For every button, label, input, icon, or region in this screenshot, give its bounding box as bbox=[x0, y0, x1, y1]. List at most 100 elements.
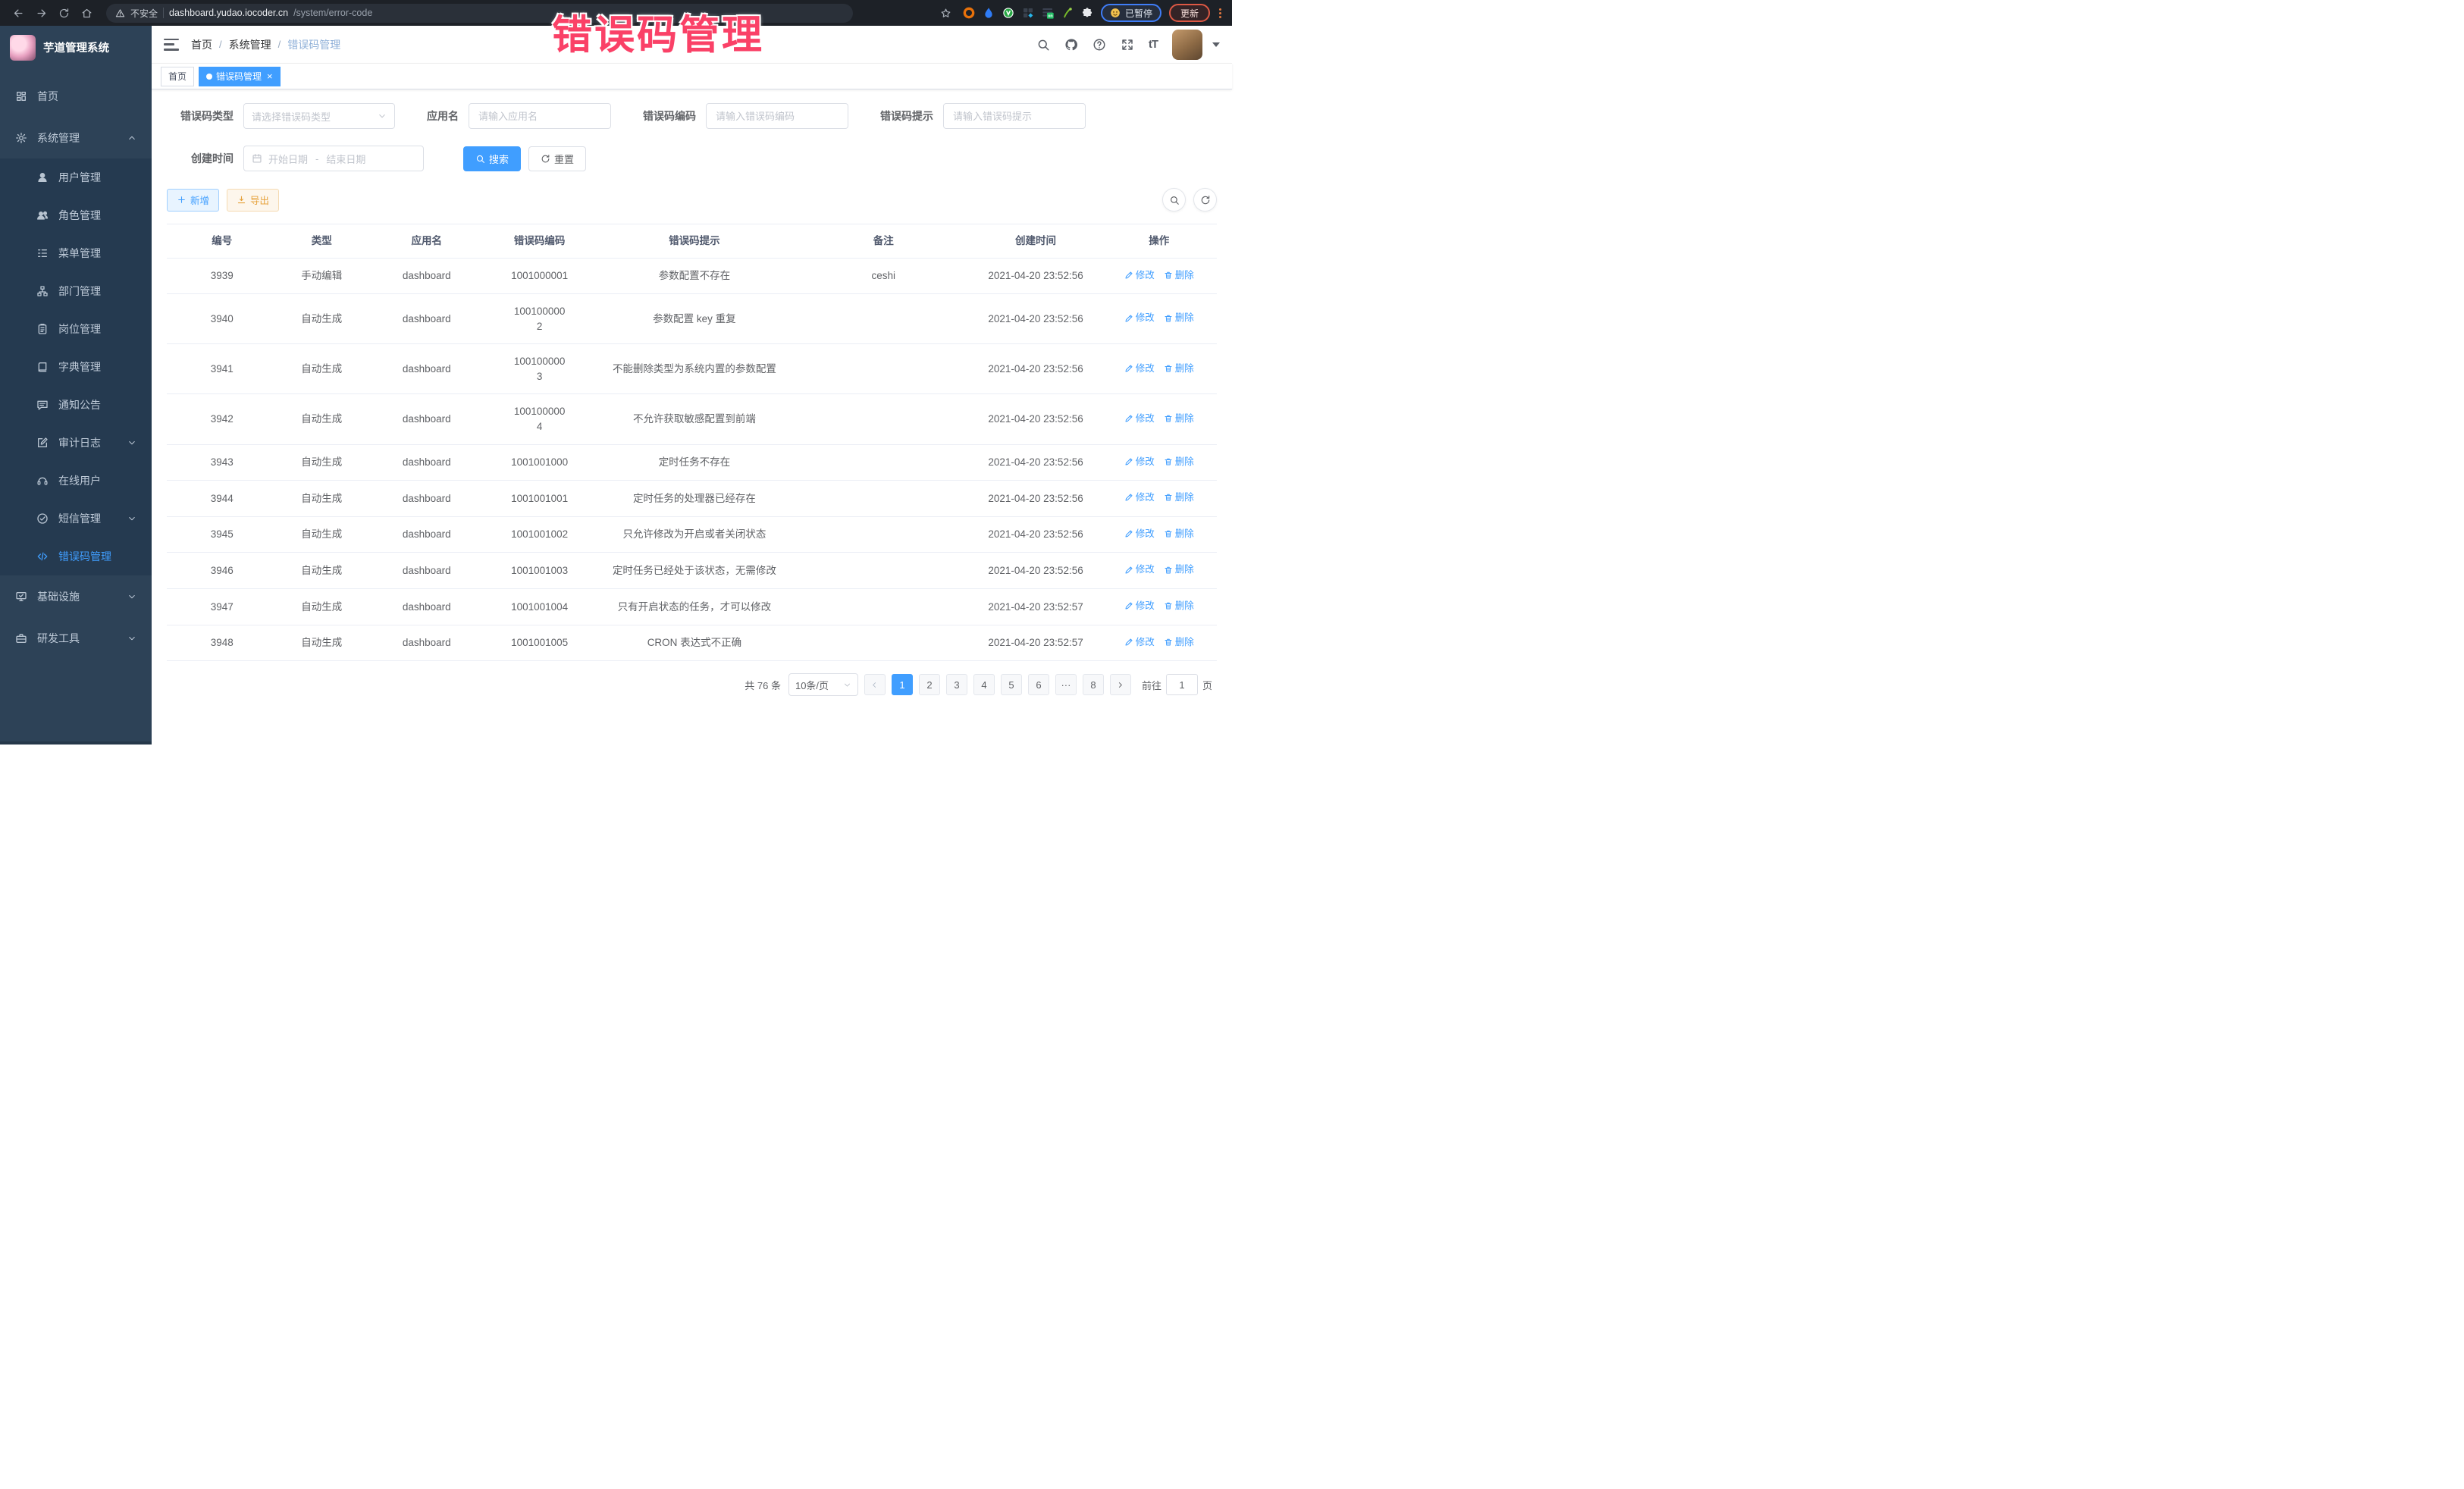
home-icon[interactable] bbox=[77, 4, 96, 22]
edit-link[interactable]: 修改 bbox=[1124, 311, 1155, 324]
sidebar-item-notice-announcement[interactable]: 通知公告 bbox=[0, 386, 152, 424]
sidebar-item-online-users[interactable]: 在线用户 bbox=[0, 462, 152, 500]
error-type-select[interactable]: 请选择错误码类型 bbox=[243, 103, 395, 129]
edit-link[interactable]: 修改 bbox=[1124, 599, 1155, 613]
sidebar-item-dev-tools[interactable]: 研发工具 bbox=[0, 617, 152, 659]
date-range-picker[interactable]: 开始日期 - 结束日期 bbox=[243, 146, 424, 171]
sidebar-item-post-management[interactable]: 岗位管理 bbox=[0, 310, 152, 348]
prev-page-button[interactable] bbox=[864, 674, 886, 695]
green-v-extension-icon[interactable] bbox=[1002, 7, 1014, 19]
edit-link[interactable]: 修改 bbox=[1124, 268, 1155, 282]
bookmark-star-icon[interactable] bbox=[937, 4, 955, 22]
edit-link[interactable]: 修改 bbox=[1124, 635, 1155, 649]
delete-link[interactable]: 删除 bbox=[1164, 311, 1194, 324]
breadcrumb-item[interactable]: 首页 bbox=[191, 37, 212, 52]
page-button-8[interactable]: 8 bbox=[1083, 674, 1104, 695]
back-arrow-icon[interactable] bbox=[9, 4, 27, 22]
blue-drop-extension-icon[interactable] bbox=[983, 7, 995, 19]
delete-link[interactable]: 删除 bbox=[1164, 599, 1194, 613]
badge-icon bbox=[36, 323, 49, 335]
sidebar-item-system-management[interactable]: 系统管理 bbox=[0, 117, 152, 158]
app-name-input[interactable] bbox=[469, 103, 611, 129]
page-button-1[interactable]: 1 bbox=[892, 674, 913, 695]
sidebar-item-user-management[interactable]: 用户管理 bbox=[0, 158, 152, 196]
update-button-label: 更新 bbox=[1180, 7, 1199, 20]
page-button-5[interactable]: 5 bbox=[1001, 674, 1022, 695]
green-tool-extension-icon[interactable] bbox=[1061, 7, 1074, 19]
address-bar[interactable]: 不安全 dashboard.yudao.iocoder.cn/system/er… bbox=[106, 4, 853, 23]
github-icon[interactable] bbox=[1064, 38, 1078, 52]
export-button[interactable]: 导出 bbox=[227, 189, 279, 212]
refresh-table-button[interactable] bbox=[1193, 188, 1217, 212]
grid-extension-icon[interactable] bbox=[1022, 7, 1034, 19]
edit-link[interactable]: 修改 bbox=[1124, 455, 1155, 469]
search-icon[interactable] bbox=[1036, 38, 1050, 52]
reset-button[interactable]: 重置 bbox=[528, 146, 586, 171]
paused-extension-badge[interactable]: 已暂停 bbox=[1101, 4, 1161, 22]
page-more-button[interactable]: ··· bbox=[1055, 674, 1077, 695]
search-button[interactable]: 搜索 bbox=[463, 146, 521, 171]
hamburger-icon[interactable] bbox=[164, 39, 179, 51]
sidebar-item-sms-management[interactable]: 短信管理 bbox=[0, 500, 152, 538]
sidebar-item-audit-log[interactable]: 审计日志 bbox=[0, 424, 152, 462]
fullscreen-icon[interactable] bbox=[1121, 38, 1134, 52]
delete-link[interactable]: 删除 bbox=[1164, 563, 1194, 576]
cell-type: 自动生成 bbox=[277, 445, 366, 480]
sidebar-item-role-management[interactable]: 角色管理 bbox=[0, 196, 152, 234]
edit-link[interactable]: 修改 bbox=[1124, 563, 1155, 576]
tag-error-code[interactable]: 错误码管理× bbox=[199, 67, 281, 86]
delete-link[interactable]: 删除 bbox=[1164, 491, 1194, 504]
page-button-2[interactable]: 2 bbox=[919, 674, 940, 695]
column-header: 错误码提示 bbox=[592, 224, 797, 258]
sidebar-item-infrastructure[interactable]: 基础设施 bbox=[0, 575, 152, 617]
sidebar-item-error-code-management[interactable]: 错误码管理 bbox=[0, 538, 152, 575]
reload-icon[interactable] bbox=[55, 4, 73, 22]
page-button-3[interactable]: 3 bbox=[946, 674, 967, 695]
puzzle-extensions-icon[interactable] bbox=[1081, 7, 1093, 19]
edit-link[interactable]: 修改 bbox=[1124, 527, 1155, 541]
orange-circle-extension-icon[interactable] bbox=[963, 7, 975, 19]
submenu: 用户管理角色管理菜单管理部门管理岗位管理字典管理通知公告审计日志在线用户短信管理… bbox=[0, 158, 152, 575]
sidebar-item-home[interactable]: 首页 bbox=[0, 75, 152, 117]
sidebar-item-dict-management[interactable]: 字典管理 bbox=[0, 348, 152, 386]
sidebar-item-dept-management[interactable]: 部门管理 bbox=[0, 272, 152, 310]
app-logo-row[interactable]: 芋道管理系统 bbox=[0, 26, 152, 69]
delete-link[interactable]: 删除 bbox=[1164, 412, 1194, 425]
edit-link[interactable]: 修改 bbox=[1124, 412, 1155, 425]
table-row: 3939手动编辑dashboard1001000001参数配置不存在ceshi2… bbox=[167, 259, 1217, 295]
delete-link[interactable]: 删除 bbox=[1164, 268, 1194, 282]
dashboard-icon bbox=[15, 90, 27, 102]
delete-link[interactable]: 删除 bbox=[1164, 455, 1194, 469]
breadcrumb-item[interactable]: 系统管理 bbox=[229, 37, 271, 52]
avatar[interactable] bbox=[1172, 30, 1202, 60]
page-button-4[interactable]: 4 bbox=[973, 674, 995, 695]
close-icon[interactable]: × bbox=[267, 71, 273, 81]
page-size-select[interactable]: 10条/页 bbox=[788, 673, 858, 696]
sidebar-item-label: 首页 bbox=[37, 89, 58, 104]
toggle-search-button[interactable] bbox=[1162, 188, 1186, 212]
edit-link[interactable]: 修改 bbox=[1124, 362, 1155, 375]
sidebar-item-menu-management[interactable]: 菜单管理 bbox=[0, 234, 152, 272]
error-msg-input[interactable] bbox=[943, 103, 1086, 129]
browser-menu-kebab-icon[interactable] bbox=[1218, 8, 1223, 18]
plus-icon bbox=[177, 195, 187, 205]
forward-arrow-icon[interactable] bbox=[32, 4, 50, 22]
font-size-icon[interactable]: tT bbox=[1149, 38, 1158, 51]
help-icon[interactable] bbox=[1092, 38, 1106, 52]
page-button-6[interactable]: 6 bbox=[1028, 674, 1049, 695]
goto-page-input[interactable] bbox=[1166, 674, 1198, 695]
delete-link[interactable]: 删除 bbox=[1164, 527, 1194, 541]
cell-time: 2021-04-20 23:52:57 bbox=[970, 625, 1101, 660]
add-button[interactable]: 新增 bbox=[167, 189, 219, 212]
next-page-button[interactable] bbox=[1110, 674, 1131, 695]
caret-down-icon[interactable] bbox=[1212, 42, 1220, 47]
delete-link[interactable]: 删除 bbox=[1164, 362, 1194, 375]
delete-link[interactable]: 删除 bbox=[1164, 635, 1194, 649]
pen-icon bbox=[1124, 493, 1133, 502]
edit-link[interactable]: 修改 bbox=[1124, 491, 1155, 504]
on-badge-extension-icon[interactable]: on bbox=[1042, 7, 1054, 19]
tag-home[interactable]: 首页 bbox=[161, 67, 194, 86]
update-button[interactable]: 更新 bbox=[1169, 4, 1210, 22]
error-code-input[interactable] bbox=[706, 103, 848, 129]
top-navbar: 首页/系统管理/错误码管理 tT bbox=[152, 26, 1232, 64]
